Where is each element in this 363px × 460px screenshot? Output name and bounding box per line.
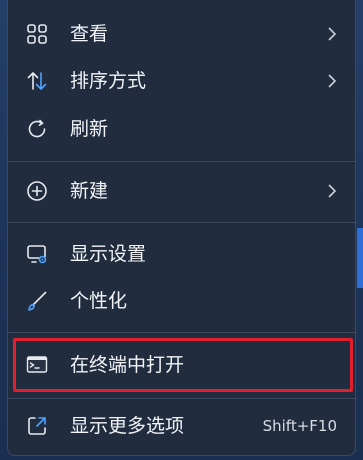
menu-separator — [8, 161, 357, 162]
menu-item-refresh[interactable]: 刷新 — [14, 107, 351, 151]
chevron-right-icon — [327, 184, 337, 198]
menu-item-label: 新建 — [70, 180, 109, 202]
terminal-icon — [26, 354, 48, 376]
menu-separator — [8, 222, 357, 223]
menu-item-label: 查看 — [70, 23, 109, 45]
menu-item-label: 刷新 — [70, 118, 109, 140]
menu-item-open-in-terminal[interactable]: 在终端中打开 — [13, 338, 353, 392]
menu-item-label: 在终端中打开 — [70, 354, 185, 376]
menu-item-label: 排序方式 — [70, 70, 147, 92]
share-more-icon — [26, 415, 48, 437]
menu-separator — [8, 398, 357, 399]
menu-item-show-more-options[interactable]: 显示更多选项 Shift+F10 — [14, 404, 351, 448]
chevron-right-icon — [327, 74, 337, 88]
menu-item-label: 显示更多选项 — [70, 415, 185, 437]
menu-separator — [8, 332, 357, 333]
desktop-window-edge — [357, 228, 363, 288]
menu-item-label: 显示设置 — [70, 243, 147, 265]
keyboard-shortcut: Shift+F10 — [262, 417, 337, 435]
context-menu: 查看 排序方式 刷新 新建 显示设置 个性化 在终端中打开 显示更多选项 Shi… — [7, 0, 357, 456]
menu-item-new[interactable]: 新建 — [14, 169, 351, 213]
plus-circle-icon — [26, 180, 48, 202]
refresh-icon — [26, 118, 48, 140]
brush-icon — [26, 290, 48, 312]
menu-item-display-settings[interactable]: 显示设置 — [14, 232, 351, 276]
menu-item-label: 个性化 — [70, 290, 128, 312]
chevron-right-icon — [327, 27, 337, 41]
display-settings-icon — [26, 243, 48, 265]
grid-icon — [26, 23, 48, 45]
sort-arrows-icon — [26, 70, 48, 92]
menu-item-sort[interactable]: 排序方式 — [14, 59, 351, 103]
menu-item-personalize[interactable]: 个性化 — [14, 279, 351, 323]
menu-item-view[interactable]: 查看 — [14, 12, 351, 56]
